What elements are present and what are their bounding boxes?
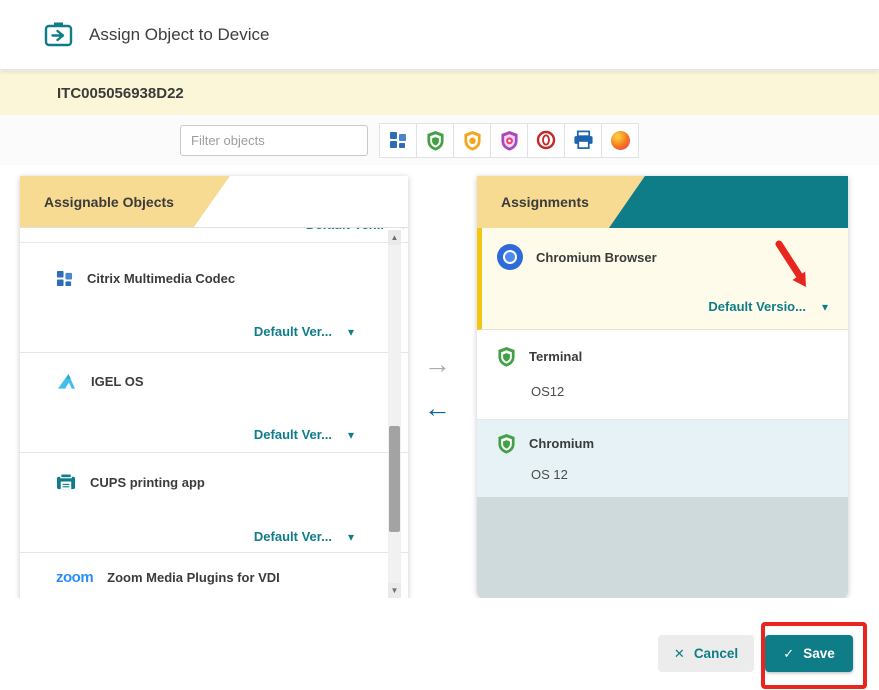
object-type-filter-group (380, 123, 639, 158)
printer-blue-icon[interactable] (564, 123, 602, 158)
scrollbar[interactable]: ▲ ▼ (388, 230, 401, 598)
object-name: Citrix Multimedia Codec (87, 271, 235, 286)
close-icon: ✕ (674, 646, 685, 662)
scroll-down-icon[interactable]: ▼ (388, 583, 401, 598)
version-dropdown[interactable]: Default Ver... ▾ (56, 529, 356, 544)
citrix-app-icon (56, 270, 73, 287)
version-dropdown[interactable]: Default Ver... ▾ (56, 427, 356, 442)
assignable-objects-title: Assignable Objects (20, 176, 230, 227)
list-item-cups-printing-app[interactable]: CUPS printing app Default Ver... ▾ (20, 453, 408, 553)
green-shield-icon (497, 346, 516, 367)
dialog-header: Assign Object to Device (0, 0, 879, 70)
object-name: IGEL OS (91, 374, 144, 389)
scroll-up-icon[interactable]: ▲ (388, 230, 401, 245)
assignment-os-label: OS 12 (531, 467, 832, 482)
filter-objects-input[interactable] (180, 125, 368, 156)
assignments-panel: Assignments Chromium Browser Default Ver… (477, 176, 848, 600)
assignable-objects-header: Assignable Objects (20, 176, 408, 228)
chevron-down-icon: ▾ (348, 530, 354, 544)
assign-object-icon (44, 21, 74, 48)
green-shield-icon (497, 433, 516, 454)
assignment-row-chromium-browser[interactable]: Chromium Browser Default Versio... ▾ (477, 228, 848, 330)
dialog-footer: ✕ Cancel ✓ Save (0, 598, 879, 690)
assignable-objects-panel: Assignable Objects Default Ver... ▾ (20, 176, 408, 600)
assignment-name: Terminal (529, 349, 582, 364)
device-id: ITC005056938D22 (57, 85, 184, 102)
clipped-object-row: Default Ver... ▾ (20, 228, 408, 243)
orange-shield-icon[interactable] (453, 123, 491, 158)
zoom-logo: zoom (56, 569, 93, 586)
assign-object-dialog: Assign Object to Device ITC005056938D22 (0, 0, 879, 690)
device-bar: ITC005056938D22 (0, 71, 879, 115)
object-name: CUPS printing app (90, 475, 205, 490)
assignments-header: Assignments (477, 176, 848, 228)
assign-right-arrow-button[interactable]: → (424, 349, 451, 380)
scrollbar-thumb[interactable] (389, 426, 400, 532)
assignment-name: Chromium (529, 436, 594, 451)
save-button[interactable]: ✓ Save (765, 635, 853, 672)
list-item-igel-os[interactable]: IGEL OS Default Ver... ▾ (20, 353, 408, 453)
chevron-down-icon: ▾ (822, 300, 828, 314)
green-shield-icon[interactable] (416, 123, 454, 158)
assignment-name: Chromium Browser (536, 250, 657, 265)
unassign-left-arrow-button[interactable]: ← (424, 393, 451, 424)
assignments-empty-area (477, 497, 848, 600)
version-dropdown[interactable]: Default Ver... ▾ (20, 228, 408, 232)
list-item-citrix-multimedia-codec[interactable]: Citrix Multimedia Codec Default Ver... ▾ (20, 243, 408, 353)
red-ring-icon[interactable] (527, 123, 565, 158)
orange-sphere-icon[interactable] (601, 123, 639, 158)
version-dropdown[interactable]: Default Versio... ▾ (497, 299, 832, 314)
purple-shield-icon[interactable] (490, 123, 528, 158)
igel-os-icon (56, 373, 77, 390)
assignment-row-terminal[interactable]: Terminal OS12 (477, 330, 848, 420)
assignment-row-chromium[interactable]: Chromium OS 12 (477, 420, 848, 497)
version-dropdown[interactable]: Default Ver... ▾ (56, 324, 356, 339)
assignment-os-label: OS12 (531, 384, 832, 399)
dialog-title: Assign Object to Device (89, 25, 269, 45)
cancel-button[interactable]: ✕ Cancel (658, 635, 754, 672)
filter-toolbar (0, 115, 879, 165)
cups-printer-icon (56, 473, 76, 492)
chevron-down-icon: ▾ (348, 325, 354, 339)
list-item-zoom-media-plugins[interactable]: zoom Zoom Media Plugins for VDI (20, 553, 408, 600)
chromium-browser-icon (497, 244, 523, 270)
assignments-title: Assignments (477, 176, 645, 228)
chevron-down-icon: ▾ (348, 428, 354, 442)
apps-grid-icon[interactable] (379, 123, 417, 158)
object-name: Zoom Media Plugins for VDI (107, 570, 280, 585)
assignable-objects-list: Default Ver... ▾ Citrix Multimedia Code (20, 228, 408, 600)
check-icon: ✓ (783, 646, 794, 662)
